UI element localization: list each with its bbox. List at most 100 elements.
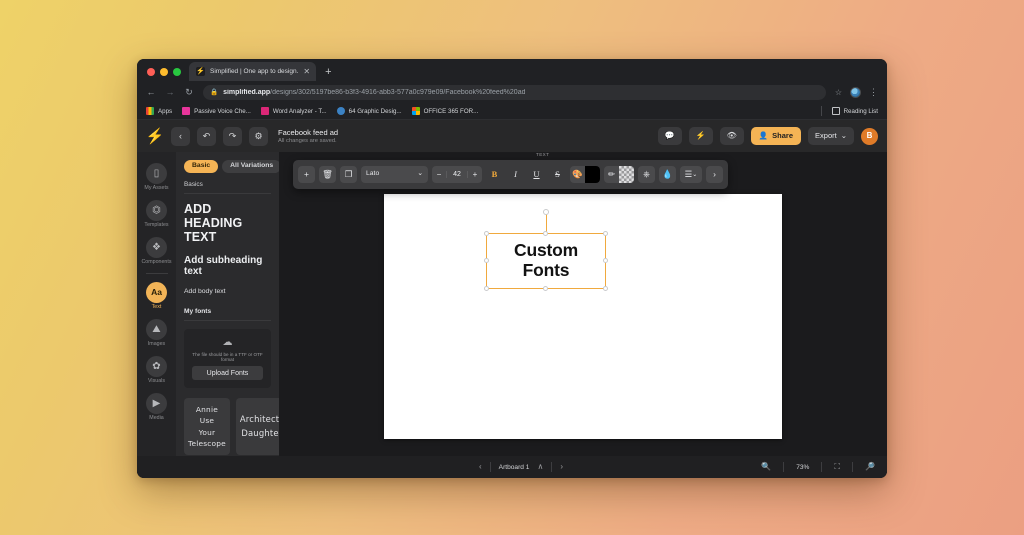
fill-color-control[interactable]: 🎨 xyxy=(570,166,600,183)
browser-menu-icon[interactable]: ⋮ xyxy=(869,87,878,97)
resize-handle-bottom-right[interactable] xyxy=(603,286,608,291)
fill-color-swatch[interactable] xyxy=(585,166,600,183)
layers-dropdown[interactable]: ☰ ⌄ xyxy=(680,166,702,183)
bookmark-item-graphic-design[interactable]: 64 Graphic Desig... xyxy=(336,107,402,115)
close-window-button[interactable] xyxy=(147,68,155,76)
simplified-logo-icon: ⚡ xyxy=(196,67,205,76)
zoom-in-icon[interactable]: 🔎 xyxy=(865,463,875,471)
bookmark-item-office365[interactable]: OFFICE 365 FOR... xyxy=(411,107,478,115)
rotation-handle[interactable] xyxy=(543,209,549,215)
lightning-bolt-icon[interactable]: ⚡ xyxy=(688,127,713,145)
bookmark-item-passive-voice[interactable]: Passive Voice Che... xyxy=(182,107,251,115)
preview-eye-icon[interactable]: 👁 xyxy=(719,127,744,145)
document-title: Facebook feed ad xyxy=(278,128,339,137)
copy-icon[interactable]: ❐ xyxy=(340,166,357,183)
comment-bubble-icon[interactable]: 💬 xyxy=(657,127,682,145)
resize-handle-top-right[interactable] xyxy=(603,231,608,236)
artboard[interactable]: Custom Fonts xyxy=(384,194,782,439)
user-avatar[interactable]: B xyxy=(861,127,878,145)
close-icon[interactable]: ✕ xyxy=(303,67,310,76)
profile-avatar-icon[interactable] xyxy=(850,86,861,98)
app-body: ▯ My Assets ⏣ Templates ❖ Components Aa … xyxy=(137,152,887,456)
eyedropper-icon[interactable]: 💧 xyxy=(659,166,676,183)
share-button[interactable]: 👤 Share xyxy=(750,127,802,145)
canvas-area[interactable]: Custom Fonts xyxy=(279,152,887,456)
simplified-bolt-logo-icon[interactable]: ⚡ xyxy=(146,127,165,145)
rail-item-components[interactable]: ❖ Components xyxy=(137,233,176,269)
back-button[interactable]: ‹ xyxy=(171,126,190,146)
rail-item-text[interactable]: Aa Text xyxy=(137,278,176,314)
zoom-out-icon[interactable]: 🔍 xyxy=(761,463,771,471)
bookmarks-bar: Apps Passive Voice Che... Word Analyzer … xyxy=(137,103,887,120)
divider xyxy=(489,462,491,472)
export-dropdown[interactable]: Export ⌄ xyxy=(808,127,854,145)
bookmark-item-word-analyzer[interactable]: Word Analyzer - T... xyxy=(260,107,327,115)
browser-tab-title: Simplified | One app to design. xyxy=(210,68,299,75)
previous-artboard-button[interactable]: ‹ xyxy=(479,463,482,471)
rail-item-my-assets[interactable]: ▯ My Assets xyxy=(137,159,176,195)
reload-icon[interactable]: ↻ xyxy=(184,87,194,97)
font-size-value[interactable]: 42 xyxy=(446,171,468,178)
preset-heading[interactable]: ADD HEADING TEXT xyxy=(184,202,271,244)
redo-button[interactable]: ↷ xyxy=(223,126,242,146)
share-label: Share xyxy=(772,131,794,141)
font-upload-card[interactable]: ☁ The file should be in a TTF or OTF for… xyxy=(184,329,271,388)
rail-item-media[interactable]: ▶ Media xyxy=(137,389,176,425)
underline-button[interactable]: U xyxy=(528,166,545,183)
preset-subheading[interactable]: Add subheading text xyxy=(184,255,271,277)
font-size-increase-button[interactable]: + xyxy=(468,170,482,179)
new-tab-button[interactable]: + xyxy=(316,67,340,81)
bold-button[interactable]: B xyxy=(486,166,503,183)
settings-gear-icon[interactable]: ⚙ xyxy=(249,126,268,146)
minimize-window-button[interactable] xyxy=(160,68,168,76)
bookmark-item-apps[interactable]: Apps xyxy=(146,107,172,115)
tab-all-variations[interactable]: All Variations xyxy=(222,160,279,173)
forward-icon[interactable]: → xyxy=(165,87,175,97)
more-options-button[interactable]: › xyxy=(706,166,723,183)
url-input[interactable]: 🔒 simplified.app/designs/302/5197be86-b3… xyxy=(203,84,826,100)
stroke-color-swatch[interactable] xyxy=(619,166,634,183)
divider xyxy=(852,462,854,472)
font-size-stepper[interactable]: − 42 + xyxy=(432,166,482,183)
strikethrough-button[interactable]: S xyxy=(549,166,566,183)
font-size-decrease-button[interactable]: − xyxy=(432,170,446,179)
preset-body[interactable]: Add body text xyxy=(184,288,271,295)
chevron-down-icon: ⌄ xyxy=(692,171,698,178)
divider xyxy=(184,320,271,321)
rail-item-images[interactable]: ⛰ Images xyxy=(137,315,176,351)
rail-item-visuals[interactable]: ✿ Visuals xyxy=(137,352,176,388)
bookmark-star-icon[interactable]: ☆ xyxy=(835,88,842,97)
add-element-button[interactable]: + xyxy=(298,166,315,183)
collapse-artboards-icon[interactable]: ∧ xyxy=(537,463,543,471)
rail-item-templates[interactable]: ⏣ Templates xyxy=(137,196,176,232)
reading-list-button[interactable]: Reading List xyxy=(831,107,878,115)
palette-icon: 🎨 xyxy=(572,169,583,179)
artboard-label[interactable]: Artboard 1 xyxy=(499,464,530,471)
canvas-text-line-2: Fonts xyxy=(522,260,570,280)
font-card-annie-use-your-telescope[interactable]: Annie Use Your Telescope xyxy=(184,398,230,455)
maximize-window-button[interactable] xyxy=(173,68,181,76)
resize-handle-bottom-center[interactable] xyxy=(543,286,548,291)
image-icon: ⛰ xyxy=(146,319,167,340)
resize-handle-bottom-left[interactable] xyxy=(484,286,489,291)
fit-screen-icon[interactable]: ⛶ xyxy=(834,463,840,471)
font-family-dropdown[interactable]: Lato ⌄ xyxy=(361,166,428,183)
resize-handle-middle-left[interactable] xyxy=(484,258,489,263)
resize-handle-top-left[interactable] xyxy=(484,231,489,236)
back-icon[interactable]: ← xyxy=(146,87,156,97)
tab-basic[interactable]: Basic xyxy=(184,160,219,173)
trash-icon[interactable]: 🗑 xyxy=(319,166,336,183)
stroke-color-control[interactable]: ✏ xyxy=(604,166,634,183)
browser-tab-strip: ⚡ Simplified | One app to design. ✕ + xyxy=(137,59,887,81)
italic-button[interactable]: I xyxy=(507,166,524,183)
font-card-architects-daughter[interactable]: ArchitectsDaughter xyxy=(235,398,279,455)
resize-handle-middle-right[interactable] xyxy=(603,258,608,263)
zoom-level-value[interactable]: 73% xyxy=(796,464,809,471)
paint-bucket-icon[interactable]: ⎈ xyxy=(638,166,655,183)
upload-fonts-button[interactable]: Upload Fonts xyxy=(192,366,263,380)
undo-button[interactable]: ↶ xyxy=(197,126,216,146)
selected-text-object[interactable]: Custom Fonts xyxy=(484,209,608,291)
browser-tab[interactable]: ⚡ Simplified | One app to design. ✕ xyxy=(189,62,317,81)
resize-handle-top-center[interactable] xyxy=(543,231,548,236)
next-artboard-button[interactable]: › xyxy=(560,463,563,471)
